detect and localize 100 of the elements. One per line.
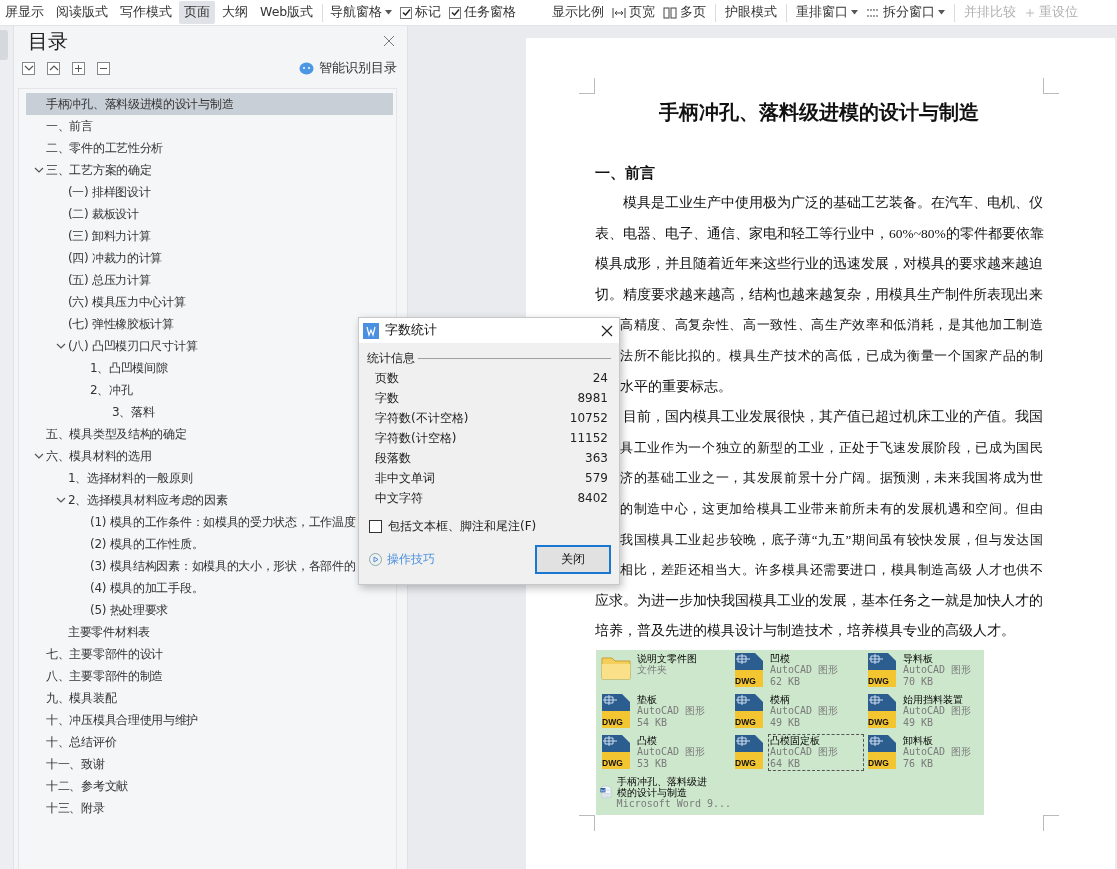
toc-item[interactable]: (五) 总压力计算 — [26, 269, 151, 291]
add-button[interactable] — [72, 61, 85, 75]
toc-item[interactable]: 1、凸凹模间隙 — [26, 357, 168, 379]
toc-item[interactable]: (八) 凸凹模刃口尺寸计算 — [26, 335, 198, 357]
toc-item[interactable]: 十一、致谢 — [26, 753, 105, 775]
crop-mark — [1043, 815, 1059, 831]
file-name: 垫板 — [637, 693, 658, 705]
page-width-icon — [612, 6, 627, 19]
file-size: 49 KB — [770, 716, 802, 729]
toc-item[interactable]: 十二、参考文献 — [26, 775, 128, 797]
multi-page-icon — [663, 6, 678, 19]
toolbar-button[interactable]: 护眼模式 — [722, 1, 781, 24]
chevron-down-icon — [23, 63, 34, 73]
file-name: 凸模固定板 — [770, 734, 821, 746]
toolbar-button[interactable]: 页宽 — [609, 1, 659, 24]
checkbox-label: 标记 — [415, 4, 442, 21]
checkbox[interactable] — [400, 6, 413, 19]
close-button[interactable]: 关闭 — [535, 545, 611, 574]
split-window-icon — [866, 6, 881, 19]
toc-item[interactable]: 三、工艺方案的确定 — [26, 159, 152, 181]
toc-item[interactable]: 十三、附录 — [26, 797, 105, 819]
file-size: 49 KB — [903, 716, 935, 729]
body-text-line: 具工业作为一个独立的新型的工业，正处于飞速发展阶段，已成为国民 — [620, 438, 1043, 457]
checkbox[interactable] — [449, 6, 462, 19]
toolbar-button[interactable]: 拆分窗口 — [863, 1, 949, 24]
dwg-file-icon — [733, 733, 765, 770]
toolbar-button[interactable]: 重排窗口 — [793, 1, 862, 24]
toc-item[interactable]: (3) 模具结构因素：如模具的大小，形状，各部件的 — [26, 555, 356, 577]
toc-item[interactable]: 九、模具装配 — [26, 687, 117, 709]
body-text-line: 高精度、高复杂性、高一致性、高生产效率和低消耗，是其他加工制造 — [620, 316, 1043, 335]
body-text-line: 培养，普及先进的模具设计与制造技术，培养模具专业的高级人才。 — [595, 622, 1016, 641]
toolbar-button[interactable]: 多页 — [660, 1, 710, 24]
collapse-all-button[interactable] — [47, 61, 60, 75]
toc-item[interactable]: (4) 模具的加工手段。 — [26, 577, 204, 599]
file-type: AutoCAD 图形 — [903, 704, 973, 717]
file-type-label: DWG — [868, 757, 889, 768]
toc-item[interactable]: (5) 热处理要求 — [26, 599, 169, 621]
toc-item[interactable]: (六) 模具压力中心计算 — [26, 291, 186, 313]
toc-item[interactable]: 八、主要零部件的制造 — [26, 665, 163, 687]
toc-item[interactable]: (三) 卸料力计算 — [26, 225, 151, 247]
dwg-file-icon — [866, 651, 898, 688]
nav-pane-dropdown[interactable]: 导航窗格 — [327, 1, 396, 24]
checkbox[interactable] — [369, 520, 382, 533]
view-mode-tab[interactable]: Web版式 — [255, 1, 319, 24]
view-mode-tab[interactable]: 阅读版式 — [51, 1, 113, 24]
toc-item[interactable]: 七、主要零部件的设计 — [26, 643, 163, 665]
toc-item[interactable]: (2) 模具的工作性质。 — [26, 533, 204, 555]
toc-item[interactable]: 十、冲压模具合理使用与维护 — [26, 709, 199, 731]
view-mode-tab[interactable]: 大纲 — [217, 1, 253, 24]
stat-label: 非中文单词 — [375, 469, 435, 487]
chevron-up-icon — [48, 63, 59, 73]
toc-item[interactable]: 五、模具类型及结构的确定 — [26, 423, 187, 445]
stat-value: 8981 — [577, 391, 608, 405]
file-name: 始用挡料装置 — [903, 693, 964, 705]
stat-value: 363 — [585, 451, 608, 465]
caret-icon — [938, 10, 946, 15]
dialog-title: 字数统计 — [385, 322, 438, 339]
file-type-label: DWG — [735, 675, 756, 686]
toc-item[interactable]: 3、落料 — [26, 401, 155, 423]
file-name: 凹模 — [770, 652, 791, 664]
dwg-file-icon — [866, 692, 898, 729]
file-size: 76 KB — [903, 757, 935, 770]
dwg-file-icon — [733, 651, 765, 688]
dwg-file-icon — [866, 733, 898, 770]
toolbar-button[interactable]: 显示比例 — [549, 1, 608, 24]
toc-item[interactable]: 2、冲孔 — [26, 379, 133, 401]
close-icon[interactable] — [601, 324, 613, 337]
view-mode-tab[interactable]: 写作模式 — [115, 1, 177, 24]
body-text-line: 模具成形，并且随着近年来这些行业的迅速发展，对模具的要求越来越迫 — [595, 255, 1043, 274]
toc-item[interactable]: (1) 模具的工作条件：如模具的受力状态，工作温度 — [26, 511, 356, 533]
file-type: AutoCAD 图形 — [770, 704, 840, 717]
file-name: 手柄冲孔、落料级进模的设计与制造 — [616, 775, 708, 798]
toc-item[interactable]: 十、总结评价 — [26, 731, 117, 753]
toc-item[interactable]: 手柄冲孔、落料级进模的设计与制造 — [26, 93, 393, 115]
chevron-icon — [34, 451, 44, 461]
robot-icon — [299, 61, 314, 75]
view-mode-tab[interactable]: 页面 — [179, 1, 215, 24]
toc-item[interactable]: (四) 冲裁力的计算 — [26, 247, 163, 269]
remove-button[interactable] — [97, 61, 110, 75]
app-icon — [363, 322, 379, 339]
body-text-line: 我国模具工业起步较晚，底子薄“九五”期间虽有较快发展，但与发达国 — [620, 530, 1043, 549]
crop-mark — [1043, 78, 1059, 94]
toc-item[interactable]: 六、模具材料的选用 — [26, 445, 152, 467]
toc-item[interactable]: 一、前言 — [26, 115, 93, 137]
toc-item[interactable]: 2、选择模具材料应考虑的因素 — [26, 489, 228, 511]
toc-item[interactable]: 二、零件的工艺性分析 — [26, 137, 163, 159]
chevron-icon — [56, 341, 66, 351]
toc-item[interactable]: (七) 弹性橡胶板计算 — [26, 313, 174, 335]
file-size: 62 KB — [770, 675, 802, 688]
expand-all-button[interactable] — [22, 61, 35, 75]
toc-item[interactable]: (二) 裁板设计 — [26, 203, 139, 225]
file-type-label: DWG — [602, 716, 623, 727]
file-name: 说明文零件图 — [637, 652, 698, 664]
document-title: 手柄冲孔、落料级进模的设计与制造 — [658, 100, 980, 125]
toc-item[interactable]: 1、选择材料的一般原则 — [26, 467, 193, 489]
file-type: 文件夹 — [637, 663, 667, 676]
toc-item[interactable]: 主要零件材料表 — [26, 621, 150, 643]
view-mode-tab[interactable]: 屏显示 — [0, 1, 49, 24]
toc-item[interactable]: (一) 排样图设计 — [26, 181, 151, 203]
smart-toc-button[interactable]: 智能识别目录 — [299, 59, 397, 77]
